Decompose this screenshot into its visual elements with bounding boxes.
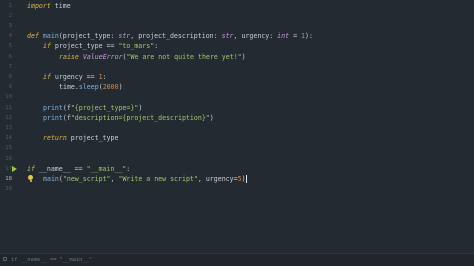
line-number: 9 — [8, 84, 12, 91]
code-token: : — [126, 164, 131, 173]
code-token: : — [154, 42, 159, 51]
code-token: print — [43, 113, 63, 122]
line-number: 18 — [5, 175, 12, 182]
code-line[interactable]: if project_type == "to_mars": — [43, 41, 158, 51]
code-token: str — [221, 32, 234, 41]
code-token: urgency == — [50, 72, 99, 81]
code-token: "to_mars" — [118, 42, 155, 51]
code-token: time — [50, 1, 71, 10]
code-token: main — [42, 32, 59, 41]
code-token: "new_script" — [62, 174, 111, 183]
code-token: str — [118, 32, 131, 41]
line-number: 3 — [8, 22, 12, 29]
code-line[interactable]: print(f"description={project_description… — [43, 113, 214, 123]
code-token: "Write a new script" — [118, 174, 198, 183]
code-token: (f — [62, 113, 71, 122]
code-line[interactable]: return project_type — [43, 133, 118, 143]
code-token: "description={project_description}" — [70, 113, 210, 122]
line-number: 10 — [5, 94, 12, 101]
code-token: project_type == — [50, 42, 119, 51]
code-token: ): — [305, 32, 313, 41]
code-line[interactable]: main("new_script", "Write a new script",… — [43, 174, 247, 184]
code-token: , urgency: — [233, 32, 278, 41]
code-token: ) — [241, 52, 246, 61]
code-token: import — [27, 1, 51, 10]
code-token: if — [43, 72, 51, 81]
code-line[interactable]: print(f"{project_type=}") — [43, 103, 142, 113]
code-token: ValueError — [82, 52, 123, 61]
code-token: 2000 — [102, 83, 119, 92]
line-number: 1 — [8, 2, 12, 9]
code-line[interactable]: raise ValueError("We are not quite there… — [59, 52, 246, 62]
code-token: ) — [118, 83, 123, 92]
code-token: ) — [138, 103, 143, 112]
line-number: 5 — [8, 43, 12, 50]
code-token: : — [102, 72, 107, 81]
code-token: "{project_type=}" — [70, 103, 139, 112]
line-number: 15 — [5, 145, 12, 152]
code-token: __name__ == — [34, 164, 87, 173]
code-area[interactable]: import time def main(project_type: str, p… — [27, 0, 474, 254]
code-line[interactable]: time.sleep(2000) — [59, 82, 123, 92]
line-number: 13 — [5, 124, 12, 131]
code-line[interactable]: if urgency == 1: — [43, 72, 107, 82]
code-token: if — [27, 164, 35, 173]
line-number: 17 — [5, 165, 12, 172]
breadcrumb[interactable]: if __name__ == "__main__" — [0, 253, 474, 266]
line-number: 12 — [5, 114, 12, 121]
code-token: int — [277, 32, 290, 41]
code-token: = — [289, 32, 302, 41]
code-token: time. — [59, 83, 79, 92]
line-number: 11 — [5, 104, 12, 111]
code-line[interactable]: import time — [27, 1, 71, 11]
line-number: 8 — [8, 73, 12, 80]
line-number: 6 — [8, 53, 12, 60]
line-number: 2 — [8, 12, 12, 19]
code-token: "We are not quite there yet!" — [126, 52, 242, 61]
line-number: 16 — [5, 155, 12, 162]
code-token: project_type — [66, 134, 119, 143]
code-token: (f — [62, 103, 71, 112]
code-token: if — [43, 42, 51, 51]
line-number-gutter: 1 2 3 4 5 6 7 8 9 10 11 12 13 14 15 16 17 18 19 — [0, 0, 14, 254]
code-token: , urgency= — [197, 174, 238, 183]
code-token: print — [43, 103, 63, 112]
code-token: main — [43, 174, 59, 183]
code-line[interactable]: def main(project_type: str, project_desc… — [27, 31, 313, 41]
code-token: return — [43, 134, 67, 143]
line-number: 14 — [5, 135, 12, 142]
line-number: 4 — [8, 33, 12, 40]
code-token: "__main__" — [86, 164, 127, 173]
code-token: sleep — [78, 83, 99, 92]
run-icon[interactable] — [12, 165, 17, 172]
function-icon — [3, 257, 7, 261]
line-number: 19 — [5, 186, 12, 193]
code-token: raise — [59, 52, 79, 61]
code-line[interactable]: if __name__ == "__main__": — [27, 164, 130, 174]
code-token: (project_type: — [58, 32, 119, 41]
code-token: def — [27, 32, 39, 41]
code-token: ) — [209, 113, 214, 122]
line-number: 7 — [8, 63, 12, 70]
text-cursor — [245, 174, 247, 183]
code-editor[interactable]: 1 2 3 4 5 6 7 8 9 10 11 12 13 14 15 16 17 18 19 import tim… — [0, 0, 474, 266]
breadcrumb-item[interactable]: if __name__ == "__main__" — [11, 254, 92, 266]
code-token: , project_description: — [130, 32, 222, 41]
